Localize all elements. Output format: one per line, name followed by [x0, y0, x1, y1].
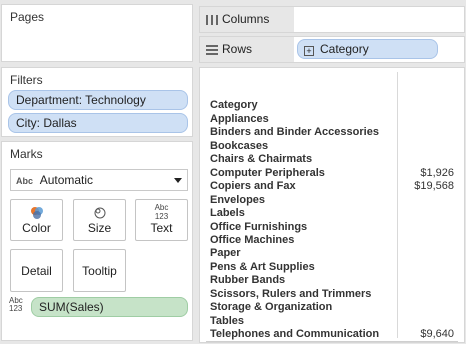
- marks-card: Marks Abc Automatic Color Size Abc 123 T…: [1, 141, 193, 341]
- tooltip-button-label: Tooltip: [82, 264, 117, 278]
- rows-shelf-label: Rows: [200, 37, 294, 62]
- category-cell: Tables: [210, 314, 245, 327]
- table-row[interactable]: Appliances: [210, 113, 460, 126]
- table-row[interactable]: Office Furnishings: [210, 221, 460, 234]
- text-button[interactable]: Abc 123 Text: [135, 199, 188, 241]
- table-row[interactable]: Envelopes: [210, 194, 460, 207]
- measure-abc-icon: Abc 123: [9, 297, 23, 313]
- category-cell: Scissors, Rulers and Trimmers: [210, 287, 372, 300]
- table-row[interactable]: Rubber Bands: [210, 274, 460, 287]
- filters-title: Filters: [10, 73, 43, 87]
- worksheet-view[interactable]: Category Appliances Binders and Binder Ac…: [199, 67, 465, 343]
- filter-pill-city[interactable]: City: Dallas: [8, 113, 188, 133]
- text-icon-top: Abc: [154, 203, 169, 212]
- text-button-label: Text: [150, 221, 173, 235]
- category-cell: Computer Peripherals: [210, 166, 325, 179]
- columns-shelf[interactable]: Columns: [199, 6, 465, 33]
- table-row[interactable]: Telephones and Communication $9,640: [210, 328, 460, 341]
- pages-title: Pages: [10, 10, 45, 24]
- rows-label-text: Rows: [222, 42, 253, 56]
- category-cell: Bookcases: [210, 139, 269, 152]
- chevron-down-icon: [174, 178, 182, 183]
- table-row[interactable]: Scissors, Rulers and Trimmers: [210, 288, 460, 301]
- filter-pill-department[interactable]: Department: Technology: [8, 90, 188, 110]
- category-cell: Copiers and Fax: [210, 180, 296, 193]
- table-row[interactable]: Pens & Art Supplies: [210, 261, 460, 274]
- rows-shelf[interactable]: Rows + Category: [199, 36, 465, 63]
- category-cell: Appliances: [210, 113, 269, 125]
- category-cell: Labels: [210, 207, 245, 220]
- columns-label-text: Columns: [222, 12, 270, 26]
- table-row[interactable]: Paper: [210, 247, 460, 260]
- table-row[interactable]: Copiers and Fax $19,568: [210, 180, 460, 193]
- measure-badge-bottom: 123: [9, 304, 23, 313]
- mark-type-value: Automatic: [39, 173, 94, 187]
- detail-button-label: Detail: [21, 264, 52, 278]
- columns-icon: [206, 15, 218, 25]
- table-row[interactable]: Binders and Binder Accessories: [210, 126, 460, 139]
- detail-button[interactable]: Detail: [10, 249, 63, 292]
- category-cell: Binders and Binder Accessories: [210, 126, 379, 139]
- category-cell: Rubber Bands: [210, 274, 286, 287]
- text-icon-bottom: 123: [154, 212, 169, 221]
- size-button-label: Size: [87, 221, 112, 235]
- size-button[interactable]: Size: [73, 199, 126, 241]
- rows-icon: [206, 45, 218, 55]
- category-pill-label: Category: [320, 42, 369, 56]
- color-button-label: Color: [22, 221, 51, 235]
- marks-title: Marks: [10, 147, 43, 161]
- category-cell: Storage & Organization: [210, 301, 333, 314]
- category-header[interactable]: Category: [210, 99, 258, 111]
- color-button[interactable]: Color: [10, 199, 63, 241]
- pages-card[interactable]: Pages: [1, 4, 193, 62]
- expand-plus-icon[interactable]: +: [304, 46, 314, 56]
- mark-type-abc-icon: Abc: [16, 176, 34, 186]
- size-icon: [94, 207, 105, 219]
- sum-sales-pill[interactable]: SUM(Sales): [31, 297, 188, 317]
- category-cell: Telephones and Communication: [210, 328, 380, 340]
- tooltip-button[interactable]: Tooltip: [73, 249, 126, 292]
- color-palette-icon: [30, 207, 43, 219]
- filters-card[interactable]: Filters Department: Technology City: Dal…: [1, 67, 193, 137]
- category-cell: Chairs & Chairmats: [210, 153, 313, 166]
- text-abc-icon: Abc 123: [136, 203, 187, 221]
- category-cell: Pens & Art Supplies: [210, 260, 315, 273]
- sales-value-cell: $9,640: [420, 328, 454, 340]
- table-row[interactable]: Bookcases: [210, 140, 460, 153]
- category-rows: Appliances Binders and Binder Accessories…: [210, 113, 460, 341]
- sales-value-cell: $1,926: [420, 166, 454, 179]
- category-cell: Office Machines: [210, 233, 295, 246]
- category-cell: Paper: [210, 247, 241, 260]
- sales-value-cell: $19,568: [414, 180, 454, 193]
- columns-shelf-label: Columns: [200, 7, 294, 32]
- table-row[interactable]: Computer Peripherals $1,926: [210, 167, 460, 180]
- mark-type-dropdown[interactable]: Abc Automatic: [10, 169, 188, 191]
- table-row[interactable]: Chairs & Chairmats: [210, 153, 460, 166]
- table-row[interactable]: Tables: [210, 315, 460, 328]
- table-row[interactable]: Storage & Organization: [210, 301, 460, 314]
- table-row[interactable]: Office Machines: [210, 234, 460, 247]
- table-row[interactable]: Labels: [210, 207, 460, 220]
- category-pill[interactable]: + Category: [297, 39, 438, 59]
- category-cell: Envelopes: [210, 193, 266, 206]
- category-cell: Office Furnishings: [210, 220, 308, 233]
